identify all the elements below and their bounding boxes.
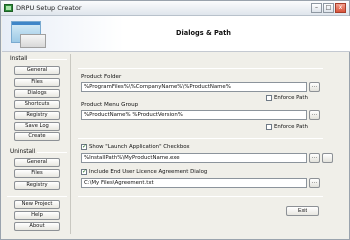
product-menu-group-label: Product Menu Group xyxy=(81,102,139,108)
sidebar-divider xyxy=(70,54,71,234)
help-button[interactable]: Help xyxy=(14,211,60,220)
install-save-log-button[interactable]: Save Log xyxy=(14,122,60,131)
licence-agreement-label: Include End User Licence Agreement Dialo… xyxy=(89,169,208,175)
section-divider-top xyxy=(78,68,323,69)
app-icon xyxy=(4,4,13,12)
minimize-button[interactable]: – xyxy=(311,3,322,13)
app-window: DRPU Setup Creator – □ x Dialogs & Path … xyxy=(0,0,350,240)
launch-application-path-input[interactable]: %InstallPath%\MyProductName.exe xyxy=(81,153,307,163)
product-menu-group-browse-button[interactable]: ... xyxy=(309,110,320,120)
install-shortcuts-button[interactable]: Shortcuts xyxy=(14,100,60,109)
launch-application-checkbox[interactable] xyxy=(81,143,87,150)
header-banner: Dialogs & Path xyxy=(2,16,350,52)
install-files-button[interactable]: Files xyxy=(14,78,60,87)
exit-button[interactable]: Exit xyxy=(286,206,319,216)
page-title: Dialogs & Path xyxy=(176,29,231,37)
product-menu-enforce-label: Enforce Path xyxy=(274,124,308,130)
new-project-button[interactable]: New Project xyxy=(14,200,60,209)
uninstall-registry-button[interactable]: Registry xyxy=(14,181,60,190)
install-section-label: Install xyxy=(10,56,28,62)
product-folder-browse-button[interactable]: ... xyxy=(309,82,320,92)
product-folder-enforce-label: Enforce Path xyxy=(274,95,308,101)
logo-bar xyxy=(12,22,40,25)
install-divider xyxy=(27,59,67,60)
licence-agreement-checkbox[interactable] xyxy=(81,168,87,175)
licence-agreement-browse-button[interactable]: ... xyxy=(309,178,320,188)
uninstall-divider xyxy=(37,152,67,153)
launch-application-extra-button[interactable] xyxy=(322,153,333,163)
install-registry-button[interactable]: Registry xyxy=(14,111,60,120)
install-dialogs-button[interactable]: Dialogs xyxy=(14,89,60,98)
uninstall-section-label: Uninstall xyxy=(10,149,36,155)
licence-agreement-path-input[interactable]: C:\My Files\Agreement.txt xyxy=(81,178,307,188)
install-general-button[interactable]: General xyxy=(14,66,60,75)
product-folder-enforce-checkbox[interactable] xyxy=(266,95,272,101)
uninstall-general-button[interactable]: General xyxy=(14,158,60,167)
sidebar-bottom-divider xyxy=(7,196,67,197)
launch-application-browse-button[interactable]: ... xyxy=(309,153,320,163)
section-divider-bottom xyxy=(78,196,323,197)
install-create-button[interactable]: Create xyxy=(14,132,60,141)
maximize-button[interactable]: □ xyxy=(323,3,334,13)
launch-application-label: Show "Launch Application" Checkbox xyxy=(89,144,190,150)
section-divider-middle xyxy=(78,138,323,139)
title-bar: DRPU Setup Creator – □ x xyxy=(1,1,349,16)
about-button[interactable]: About xyxy=(14,222,60,231)
product-folder-label: Product Folder xyxy=(81,74,122,80)
uninstall-files-button[interactable]: Files xyxy=(14,169,60,178)
window-title: DRPU Setup Creator xyxy=(16,4,82,12)
product-menu-enforce-checkbox[interactable] xyxy=(266,124,272,130)
product-menu-group-input[interactable]: %ProductName% %ProductVersion% xyxy=(81,110,307,120)
close-button[interactable]: x xyxy=(335,3,346,13)
product-folder-input[interactable]: %ProgramFiles%\%CompanyName%\%ProductNam… xyxy=(81,82,307,92)
